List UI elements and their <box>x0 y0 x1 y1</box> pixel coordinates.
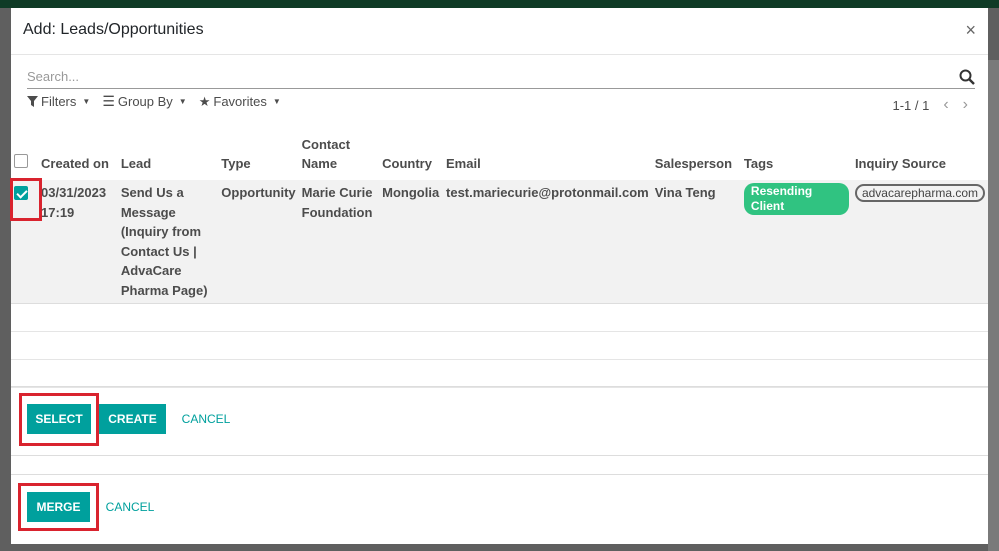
source-badge: advacarepharma.com <box>854 184 985 202</box>
select-footer: SELECT CREATE CANCEL <box>11 386 988 456</box>
cell-contact-name: Marie Curie Foundation <box>301 185 373 220</box>
pager-value[interactable]: 1-1 / 1 <box>892 98 929 113</box>
search-options: Filters ▼ ☰ Group By ▼ ★ Favorites ▼ <box>27 93 281 110</box>
cell-country: Mongolia <box>382 185 440 200</box>
tag-badge: Resending Client <box>743 183 849 215</box>
filters-button[interactable]: Filters ▼ <box>27 93 90 110</box>
empty-cell <box>11 331 988 360</box>
cell-type: Opportunity <box>221 185 296 200</box>
dialog-header: Add: Leads/Opportunities × <box>11 8 988 55</box>
cell-salesperson: Vina Teng <box>654 185 716 200</box>
column-contact-name[interactable]: Contact Name <box>299 130 379 180</box>
cell-tags: Resending Client <box>741 180 852 304</box>
create-button[interactable]: CREATE <box>99 404 166 434</box>
table-row[interactable]: 03/31/2023 17:19 Send Us a Message (Inqu… <box>11 180 988 304</box>
add-leads-dialog: Add: Leads/Opportunities × Filters ▼ ☰ G… <box>10 8 988 544</box>
cell-inquiry-source: advacarepharma.com <box>852 180 988 304</box>
group-by-button[interactable]: ☰ Group By ▼ <box>102 93 186 110</box>
filters-label: Filters <box>41 94 77 109</box>
empty-cell <box>11 359 988 388</box>
empty-row <box>11 359 988 388</box>
merge-footer: MERGE CANCEL <box>11 474 988 544</box>
column-type[interactable]: Type <box>218 130 298 180</box>
search-bar <box>27 66 975 89</box>
empty-cell <box>11 303 988 332</box>
column-country[interactable]: Country <box>379 130 443 180</box>
app-top-bar <box>0 0 999 8</box>
column-salesperson[interactable]: Salesperson <box>652 130 741 180</box>
select-all-cell <box>11 130 38 180</box>
caret-down-icon: ▼ <box>272 97 281 106</box>
filter-icon <box>27 96 38 107</box>
group-by-label: Group By <box>117 94 173 109</box>
cell-created-on: 03/31/2023 17:19 <box>41 185 107 220</box>
cancel-merge-button[interactable]: CANCEL <box>98 492 162 522</box>
column-lead[interactable]: Lead <box>118 130 218 180</box>
cancel-button[interactable]: CANCEL <box>174 404 238 434</box>
search-icon[interactable] <box>959 69 975 85</box>
column-inquiry-source[interactable]: Inquiry Source <box>852 130 988 180</box>
chevron-left-icon[interactable]: ‹ <box>943 96 948 114</box>
background-page-edge <box>988 60 999 551</box>
merge-button-highlight <box>18 483 99 531</box>
table-header-row: Created on Lead Type Contact Name Countr… <box>11 130 988 180</box>
pager: 1-1 / 1 ‹ › <box>892 96 968 114</box>
cell-lead: Send Us a Message (Inquiry from Contact … <box>120 185 208 298</box>
favorites-label: Favorites <box>213 94 267 109</box>
caret-down-icon: ▼ <box>178 97 187 106</box>
dialog-title: Add: Leads/Opportunities <box>23 21 204 38</box>
column-email[interactable]: Email <box>443 130 652 180</box>
leads-table: Created on Lead Type Contact Name Countr… <box>11 130 988 388</box>
empty-row <box>11 303 988 332</box>
star-icon: ★ <box>198 93 211 109</box>
checkbox-highlight <box>10 178 42 221</box>
column-tags[interactable]: Tags <box>741 130 852 180</box>
cell-email: test.mariecurie@protonmail.com <box>446 185 649 200</box>
empty-row <box>11 331 988 360</box>
close-icon[interactable]: × <box>965 20 976 41</box>
caret-down-icon: ▼ <box>82 97 91 106</box>
search-input[interactable] <box>27 66 927 86</box>
select-all-checkbox[interactable] <box>14 154 28 168</box>
select-button-highlight <box>19 393 99 446</box>
chevron-right-icon[interactable]: › <box>963 96 968 114</box>
column-created-on[interactable]: Created on <box>38 130 118 180</box>
favorites-button[interactable]: ★ Favorites ▼ <box>199 93 281 110</box>
list-icon: ☰ <box>102 93 115 109</box>
